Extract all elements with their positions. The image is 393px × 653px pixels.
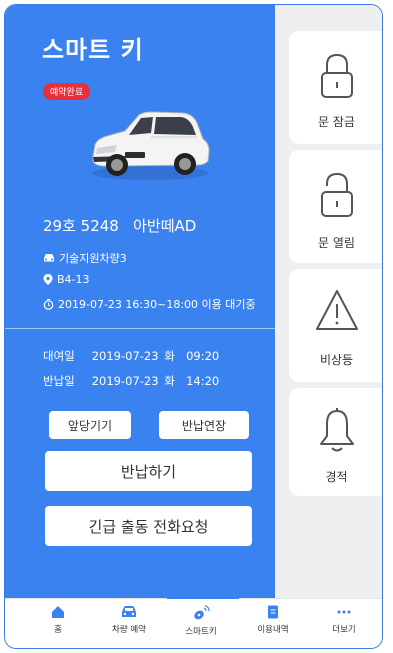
more-icon: [337, 610, 351, 614]
home-icon: [52, 606, 64, 618]
return-label: 반납일: [43, 374, 75, 388]
page-title: 스마트 키: [42, 36, 144, 64]
nav-home[interactable]: 홈: [23, 605, 93, 635]
lock-door-label: 문 잠금: [318, 115, 355, 129]
status-badge: 예약완료: [43, 83, 91, 100]
lock-open-icon: [320, 172, 353, 217]
lock-closed-icon: [320, 53, 353, 98]
location-pin-icon: [43, 273, 53, 285]
hazard-light-button[interactable]: 비상등: [289, 269, 382, 382]
horn-button[interactable]: 경적: [289, 388, 382, 496]
reservation-time: 2019-07-23 16:30~18:00 이용 대기중: [58, 298, 256, 311]
rent-label: 대여일: [43, 349, 75, 363]
nav-more[interactable]: 더보기: [309, 605, 379, 635]
key-panel: 스마트 키 예약완료 29호 5248 아반떼AD 기술지원차량3 B4-13 …: [5, 5, 275, 598]
nav-smart-key-label: 스마트키: [185, 627, 217, 637]
unlock-door-label: 문 열림: [318, 236, 355, 250]
emergency-call-button[interactable]: 긴급 출동 전화요청: [45, 506, 252, 546]
advance-button[interactable]: 앞당기기: [49, 411, 131, 439]
car-name-row: 기술지원차량3: [43, 250, 127, 266]
nav-home-label: 홈: [54, 625, 62, 635]
return-date-row: 반납일 2019-07-23 화 14:20: [43, 373, 219, 389]
car-image: [92, 111, 210, 180]
document-icon: [268, 605, 278, 619]
return-date: 2019-07-23 화 14:20: [91, 374, 220, 388]
nav-smart-key[interactable]: 스마트키: [166, 605, 236, 637]
hazard-light-label: 비상등: [319, 353, 354, 367]
nav-car-reservation[interactable]: 차량 예약: [94, 605, 164, 635]
time-row: 2019-07-23 16:30~18:00 이용 대기중: [43, 296, 256, 312]
rent-date-row: 대여일 2019-07-23 화 09:20: [43, 348, 219, 364]
smart-key-icon: [194, 605, 210, 620]
warning-triangle-icon: [315, 290, 358, 330]
divider: [5, 328, 275, 329]
lock-door-button[interactable]: 문 잠금: [289, 31, 382, 144]
extend-return-button[interactable]: 반납연장: [159, 411, 249, 439]
car-icon: [122, 606, 136, 617]
nav-usage-history[interactable]: 이용내역: [238, 605, 308, 635]
nav-usage-history-label: 이용내역: [257, 625, 289, 635]
car-small-icon: [44, 254, 54, 262]
nav-active-indicator: [167, 596, 239, 599]
rent-date: 2019-07-23 화 09:20: [91, 349, 220, 363]
parking-location: B4-13: [57, 273, 90, 286]
bell-icon: [319, 408, 354, 452]
clock-icon: [43, 298, 54, 310]
return-button[interactable]: 반납하기: [45, 451, 252, 491]
nav-more-label: 더보기: [332, 625, 356, 635]
car-name: 기술지원차량3: [59, 252, 127, 265]
app-frame: 스마트 키 예약완료 29호 5248 아반떼AD 기술지원차량3 B4-13 …: [4, 4, 383, 649]
nav-car-reservation-label: 차량 예약: [112, 625, 146, 635]
car-plate-model: 29호 5248 아반떼AD: [43, 217, 197, 235]
unlock-door-button[interactable]: 문 열림: [289, 150, 382, 263]
location-row: B4-13: [43, 273, 90, 286]
horn-label: 경적: [325, 470, 348, 484]
